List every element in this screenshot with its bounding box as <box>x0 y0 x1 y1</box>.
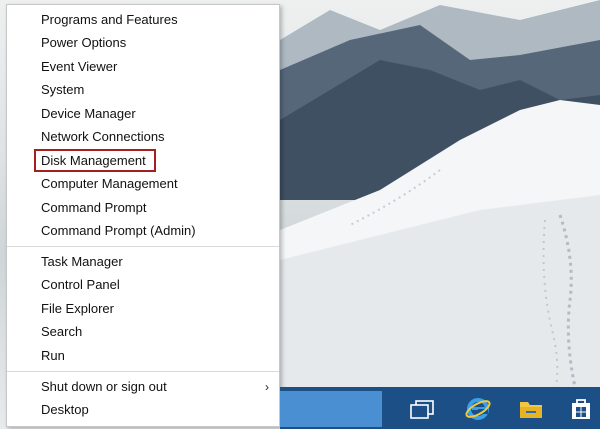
menu-item-control-panel[interactable]: Control Panel <box>7 274 279 296</box>
menu-separator <box>7 371 279 372</box>
menu-item-shut-down-or-sign-out[interactable]: Shut down or sign out › <box>7 376 279 398</box>
winx-context-menu: Programs and Features Power Options Even… <box>6 4 280 427</box>
menu-separator <box>7 246 279 247</box>
menu-item-label: Control Panel <box>41 277 120 292</box>
menu-item-label: System <box>41 82 85 97</box>
menu-item-label: Task Manager <box>41 254 123 269</box>
menu-item-power-options[interactable]: Power Options <box>7 32 279 54</box>
menu-item-disk-management[interactable]: Disk Management <box>7 149 279 172</box>
menu-item-label: Shut down or sign out <box>41 379 167 394</box>
task-view-icon[interactable] <box>402 392 442 426</box>
menu-item-label: Computer Management <box>41 176 178 191</box>
menu-item-run[interactable]: Run <box>7 345 279 367</box>
menu-item-search[interactable]: Search <box>7 321 279 343</box>
chevron-right-icon: › <box>265 380 269 394</box>
menu-item-label: Desktop <box>41 402 89 417</box>
menu-item-label: File Explorer <box>41 301 114 316</box>
menu-item-file-explorer[interactable]: File Explorer <box>7 298 279 320</box>
menu-item-label: Network Connections <box>41 129 165 144</box>
menu-item-command-prompt[interactable]: Command Prompt <box>7 197 279 219</box>
menu-item-event-viewer[interactable]: Event Viewer <box>7 56 279 78</box>
menu-item-device-manager[interactable]: Device Manager <box>7 103 279 125</box>
internet-explorer-icon[interactable] <box>458 392 498 426</box>
menu-item-network-connections[interactable]: Network Connections <box>7 126 279 148</box>
menu-item-label: Event Viewer <box>41 59 118 74</box>
menu-item-label: Programs and Features <box>41 12 178 27</box>
menu-item-task-manager[interactable]: Task Manager <box>7 251 279 273</box>
store-icon[interactable] <box>561 392 600 426</box>
taskbar-search-box[interactable] <box>280 391 382 427</box>
menu-item-label: Disk Management <box>34 149 156 172</box>
menu-item-command-prompt-admin[interactable]: Command Prompt (Admin) <box>7 220 279 242</box>
menu-item-label: Power Options <box>41 35 127 50</box>
menu-item-label: Device Manager <box>41 106 136 121</box>
file-explorer-icon[interactable] <box>511 392 551 426</box>
menu-item-computer-management[interactable]: Computer Management <box>7 173 279 195</box>
menu-item-label: Search <box>41 324 83 339</box>
menu-item-system[interactable]: System <box>7 79 279 101</box>
menu-item-programs-and-features[interactable]: Programs and Features <box>7 9 279 31</box>
menu-item-label: Command Prompt <box>41 200 147 215</box>
menu-item-desktop[interactable]: Desktop <box>7 399 279 421</box>
menu-item-label: Run <box>41 348 65 363</box>
menu-item-label: Command Prompt (Admin) <box>41 223 196 238</box>
